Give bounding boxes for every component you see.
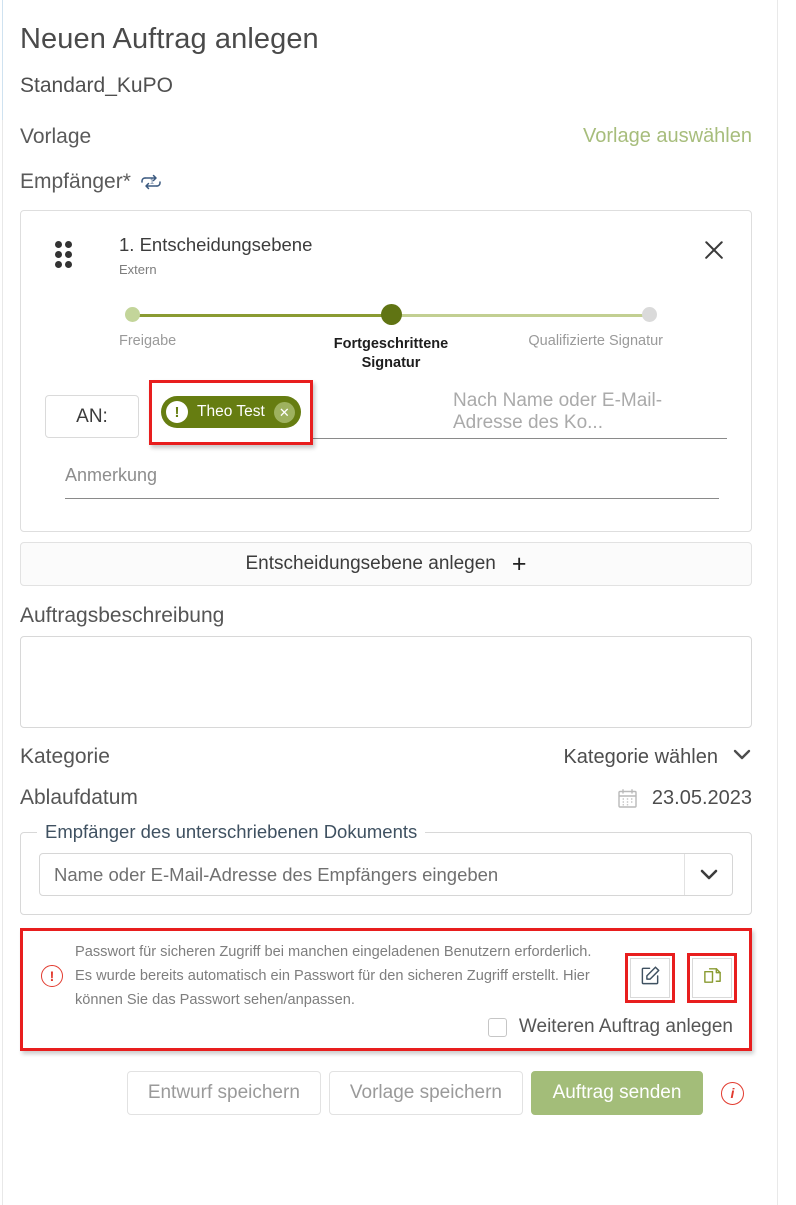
close-icon[interactable] xyxy=(701,237,727,263)
password-notice: ! Passwort für sicheren Zugriff bei manc… xyxy=(20,928,752,1052)
note-input[interactable]: Anmerkung xyxy=(65,465,719,500)
expiry-value: 23.05.2023 xyxy=(651,786,752,809)
signed-doc-recipient-placeholder: Name oder E-Mail-Adresse des Empfängers … xyxy=(54,863,499,885)
password-notice-row: ! Passwort für sicheren Zugriff bei manc… xyxy=(35,941,737,1012)
password-notice-text: Passwort für sicheren Zugriff bei manche… xyxy=(75,941,615,1012)
signed-doc-recipient-fieldset: Empfänger des unterschriebenen Dokuments… xyxy=(20,821,752,916)
template-label: Vorlage xyxy=(20,124,92,148)
category-label: Kategorie xyxy=(20,745,110,769)
template-row: Vorlage Vorlage auswählen xyxy=(20,124,752,149)
calendar-icon xyxy=(617,788,638,809)
remove-icon[interactable]: ✕ xyxy=(273,401,295,423)
copy-password-button[interactable] xyxy=(692,958,732,999)
password-notice-line-1: Passwort für sicheren Zugriff bei manche… xyxy=(75,944,592,961)
save-template-button[interactable]: Vorlage speichern xyxy=(328,1071,523,1116)
decision-level-subtitle: Extern xyxy=(119,262,157,278)
recipient-chip[interactable]: ! Theo Test ✕ xyxy=(161,396,301,429)
choose-template-link[interactable]: Vorlage auswählen xyxy=(583,125,752,148)
stepper-dot-todo xyxy=(642,307,657,323)
stepper-step-fortgeschritten[interactable]: Fortgeschrittene Signatur xyxy=(316,304,466,371)
stepper-label-qualifiziert: Qualifizierte Signatur xyxy=(528,333,663,350)
recipient-to-label: AN: xyxy=(45,395,139,439)
recipients-row: Empfänger* 1 xyxy=(20,169,752,194)
stepper-step-qualifiziert[interactable]: Qualifizierte Signatur xyxy=(507,307,663,371)
edit-password-button[interactable] xyxy=(630,958,670,999)
add-decision-level-button[interactable]: Entscheidungsebene anlegen + xyxy=(20,542,752,587)
category-row: Kategorie Kategorie wählen xyxy=(20,745,752,769)
expiry-row: Ablaufdatum 23.05.2023 xyxy=(20,786,752,810)
page-subtitle: Standard_KuPO xyxy=(20,73,173,97)
stepper-label-fortgeschritten: Fortgeschrittene Signatur xyxy=(333,336,449,371)
create-another-order-checkbox[interactable] xyxy=(487,1017,507,1037)
signed-doc-recipient-select[interactable]: Name oder E-Mail-Adresse des Empfängers … xyxy=(39,853,733,897)
chevron-down-icon xyxy=(732,748,752,766)
copy-password-button-highlight xyxy=(687,953,737,1004)
send-order-button[interactable]: Auftrag senden xyxy=(531,1071,703,1116)
recipients-label: Empfänger* xyxy=(20,170,131,194)
chevron-down-icon[interactable] xyxy=(684,854,732,896)
alert-circle-icon: ! xyxy=(41,965,63,988)
password-notice-line-2: Es wurde bereits automatisch ein Passwor… xyxy=(75,968,590,985)
category-value: Kategorie wählen xyxy=(563,745,718,768)
alert-exclamation-icon: ! xyxy=(166,401,188,424)
description-textarea[interactable] xyxy=(20,636,752,729)
signed-doc-recipient-legend: Empfänger des unterschriebenen Dokuments xyxy=(37,821,426,844)
decision-level-title: 1. Entscheidungsebene xyxy=(119,234,313,256)
expiry-date-picker[interactable]: 23.05.2023 xyxy=(617,787,752,810)
plus-icon: + xyxy=(511,549,527,578)
page-title: Neuen Auftrag anlegen xyxy=(20,23,319,55)
recipient-search-placeholder: Nach Name oder E-Mail-Adresse des Ko... xyxy=(453,390,663,434)
copy-icon xyxy=(702,965,723,991)
recipient-chip-highlight: ! Theo Test ✕ xyxy=(149,380,313,446)
add-decision-level-label: Entscheidungsebene anlegen xyxy=(245,553,496,575)
recipient-chip-name: Theo Test xyxy=(197,403,265,421)
order-create-page: Neuen Auftrag anlegen Standard_KuPO Vorl… xyxy=(0,0,796,1205)
edit-pencil-icon xyxy=(640,965,661,991)
edit-password-button-highlight xyxy=(625,953,675,1004)
repeat-one-icon[interactable]: 1 xyxy=(139,170,163,194)
description-label: Auftragsbeschreibung xyxy=(20,604,225,628)
stepper-step-freigabe[interactable]: Freigabe xyxy=(119,307,275,371)
create-another-order-row: Weiteren Auftrag anlegen xyxy=(35,1016,737,1038)
create-another-order-label: Weiteren Auftrag anlegen xyxy=(518,1016,733,1038)
decision-level-card: 1. Entscheidungsebene Extern Freigabe Fo… xyxy=(20,210,752,533)
password-notice-line-3: können Sie das Passwort sehen/anpassen. xyxy=(75,991,355,1008)
info-circle-icon[interactable]: i xyxy=(721,1081,744,1105)
password-notice-actions xyxy=(625,953,737,1004)
stepper-dot-active xyxy=(380,304,402,326)
footer-actions: Entwurf speichern Vorlage speichern Auft… xyxy=(20,1071,752,1116)
decision-level-header: 1. Entscheidungsebene Extern xyxy=(45,233,727,277)
save-draft-button[interactable]: Entwurf speichern xyxy=(126,1071,321,1116)
svg-text:1: 1 xyxy=(150,178,154,185)
expiry-label: Ablaufdatum xyxy=(20,786,138,810)
note-placeholder: Anmerkung xyxy=(65,465,158,486)
stepper-dot-done xyxy=(125,307,140,323)
drag-handle-icon[interactable] xyxy=(55,241,81,270)
signature-level-stepper[interactable]: Freigabe Fortgeschrittene Signatur Quali… xyxy=(119,304,663,371)
category-select[interactable]: Kategorie wählen xyxy=(563,746,752,769)
recipient-input-row: AN: ! Theo Test ✕ Nach Name oder E-Mail-… xyxy=(45,380,727,446)
stepper-label-freigabe: Freigabe xyxy=(119,333,177,350)
